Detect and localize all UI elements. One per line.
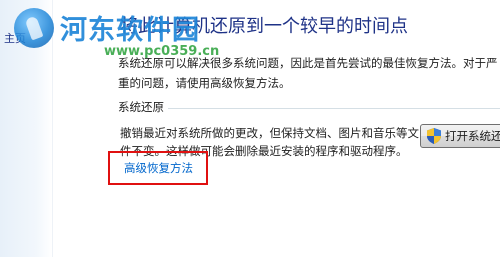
open-system-restore-label: 打开系统还原 bbox=[445, 129, 500, 143]
watermark-url: www.pc0359.cn bbox=[104, 44, 220, 59]
uac-shield-icon bbox=[427, 128, 441, 144]
group-divider bbox=[168, 108, 500, 109]
watermark-site-name: 河东软件园 bbox=[60, 15, 200, 46]
nav-divider bbox=[52, 0, 53, 257]
advanced-recovery-link[interactable]: 高级恢复方法 bbox=[124, 160, 193, 176]
system-restore-group-label: 系统还原 bbox=[118, 100, 164, 114]
page-description: 系统还原可以解决很多系统问题，因此是首先尝试的最佳恢复方法。对于严重的问题，请使… bbox=[118, 56, 498, 90]
watermark-logo bbox=[14, 8, 54, 48]
open-system-restore-button[interactable]: 打开系统还原 bbox=[420, 124, 500, 148]
